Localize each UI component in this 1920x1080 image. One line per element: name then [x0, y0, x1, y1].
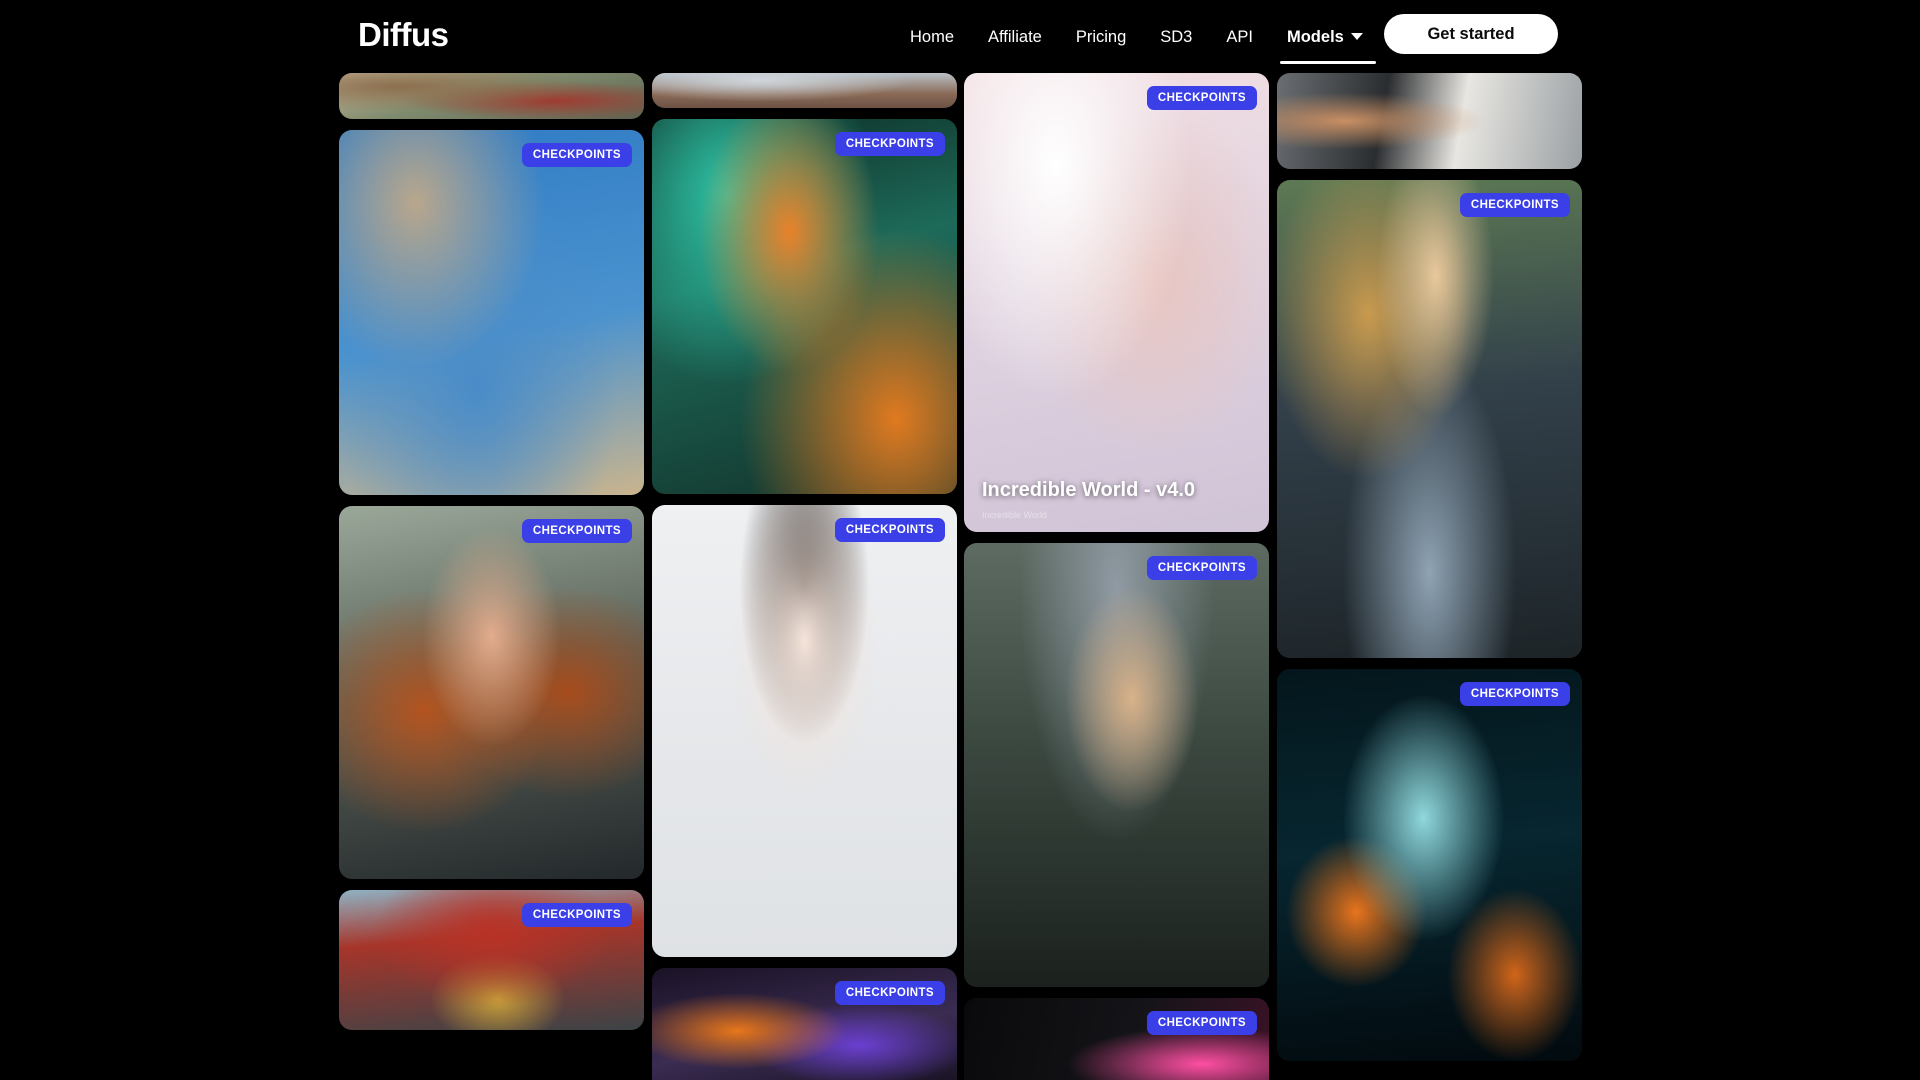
model-card[interactable]: CHECKPOINTS: [1277, 180, 1582, 658]
model-preview-image: [339, 130, 644, 495]
checkpoints-badge[interactable]: CHECKPOINTS: [521, 903, 632, 927]
model-card[interactable]: CHECKPOINTS: [964, 543, 1269, 987]
model-preview-image: [652, 119, 957, 494]
checkpoints-badge[interactable]: CHECKPOINTS: [834, 518, 945, 542]
model-preview-image: [964, 73, 1269, 532]
model-preview-image: [1277, 180, 1582, 658]
nav-item-label: Affiliate: [988, 28, 1042, 46]
model-card[interactable]: CHECKPOINTS Incredible World - v4.0 Incred…: [964, 73, 1269, 532]
checkpoints-badge[interactable]: CHECKPOINTS: [1459, 682, 1570, 706]
nav-item-api[interactable]: API: [1209, 20, 1270, 54]
model-card[interactable]: [1277, 73, 1582, 169]
nav-item-label: SD3: [1160, 28, 1193, 46]
model-gallery[interactable]: CHECKPOINTS CHECKPOINTS CHECKPOINTS CHECKPO…: [0, 73, 1920, 1080]
checkpoints-badge[interactable]: CHECKPOINTS: [1146, 86, 1257, 110]
model-card[interactable]: CHECKPOINTS: [652, 119, 957, 494]
nav-item-label: API: [1226, 28, 1253, 46]
model-card[interactable]: CHECKPOINTS: [339, 506, 644, 879]
model-preview-image: [964, 543, 1269, 987]
gallery-column: CHECKPOINTS CHECKPOINTS CHECKPOINTS: [339, 73, 644, 1041]
nav-item-label: Pricing: [1075, 28, 1127, 46]
main-navigation: HomeAffiliatePricingSD3APIModelsGallery: [893, 20, 1466, 64]
gallery-column: CHECKPOINTS CHECKPOINTS: [1277, 73, 1582, 1072]
brand-logo[interactable]: Diffus: [358, 16, 449, 54]
model-preview-image: [652, 505, 957, 957]
model-card[interactable]: CHECKPOINTS: [964, 998, 1269, 1080]
model-card[interactable]: CHECKPOINTS: [339, 890, 644, 1030]
model-card[interactable]: [652, 73, 957, 108]
checkpoints-badge[interactable]: CHECKPOINTS: [834, 981, 945, 1005]
checkpoints-badge[interactable]: CHECKPOINTS: [1459, 193, 1570, 217]
model-card[interactable]: CHECKPOINTS: [652, 505, 957, 957]
checkpoints-badge[interactable]: CHECKPOINTS: [521, 143, 632, 167]
model-preview-image: [652, 73, 957, 108]
checkpoints-badge[interactable]: CHECKPOINTS: [1146, 1011, 1257, 1035]
model-preview-image: [339, 73, 644, 119]
chevron-down-icon: [1350, 33, 1363, 40]
model-card[interactable]: CHECKPOINTS: [652, 968, 957, 1080]
gallery-column: CHECKPOINTS Incredible World - v4.0 Incred…: [964, 73, 1269, 1080]
site-header: Diffus Home Affiliate Pricing SD3 API Models G…: [0, 0, 1920, 73]
checkpoints-badge[interactable]: CHECKPOINTS: [521, 519, 632, 543]
model-card[interactable]: CHECKPOINTS: [339, 130, 644, 495]
gallery-column: CHECKPOINTS CHECKPOINTS CHECKPOINTS: [652, 73, 957, 1080]
model-preview-image: [1277, 73, 1582, 169]
nav-item-label: Home: [910, 28, 955, 46]
model-preview-image: [1277, 669, 1582, 1061]
active-nav-underline: [1279, 61, 1376, 64]
nav-item-models[interactable]: Models: [1270, 20, 1380, 64]
nav-item-label: Models: [1286, 28, 1344, 46]
nav-item-pricing[interactable]: Pricing: [1059, 20, 1143, 54]
model-preview-image: [339, 506, 644, 879]
nav-item-home[interactable]: Home: [893, 20, 971, 54]
model-card[interactable]: [339, 73, 644, 119]
model-card[interactable]: CHECKPOINTS: [1277, 669, 1582, 1061]
checkpoints-badge[interactable]: CHECKPOINTS: [1146, 556, 1257, 580]
model-title: Incredible World - v4.0: [982, 479, 1196, 501]
nav-item-affiliate[interactable]: Affiliate: [971, 20, 1059, 54]
checkpoints-badge[interactable]: CHECKPOINTS: [834, 132, 945, 156]
model-subtitle: Incredible World: [982, 510, 1047, 520]
nav-item-sd3[interactable]: SD3: [1143, 20, 1209, 54]
get-started-button[interactable]: Get started: [1384, 14, 1558, 54]
